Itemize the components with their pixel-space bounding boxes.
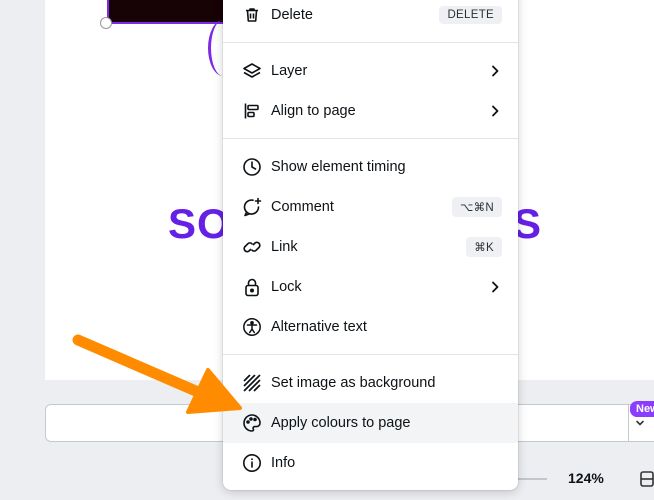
menu-item-lock[interactable]: Lock bbox=[223, 267, 518, 307]
menu-item-label: Link bbox=[271, 239, 298, 255]
menu-item-label: Align to page bbox=[271, 103, 356, 119]
menu-item-apply-colours-to-page[interactable]: Apply colours to page bbox=[223, 403, 518, 443]
menu-item-label: Set image as background bbox=[271, 375, 436, 391]
shortcut-badge: ⌘K bbox=[466, 237, 502, 257]
new-badge: New bbox=[630, 401, 654, 417]
accessibility-icon bbox=[241, 316, 263, 338]
palette-icon bbox=[241, 412, 263, 434]
menu-item-label: Delete bbox=[271, 7, 313, 23]
zoom-slider-track[interactable] bbox=[515, 478, 547, 480]
chevron-right-icon bbox=[488, 64, 502, 78]
selected-image-element[interactable] bbox=[107, 0, 227, 24]
menu-item-label: Comment bbox=[271, 199, 334, 215]
menu-item-info[interactable]: Info bbox=[223, 443, 518, 483]
menu-item-label: Apply colours to page bbox=[271, 415, 411, 431]
context-menu: Delete DELETE Layer Align to page Show e… bbox=[223, 0, 518, 490]
hatched-background-icon bbox=[241, 372, 263, 394]
trash-icon bbox=[241, 4, 263, 26]
menu-divider bbox=[223, 354, 518, 355]
menu-item-set-image-as-background[interactable]: Set image as background bbox=[223, 363, 518, 403]
menu-item-label: Lock bbox=[271, 279, 302, 295]
lock-icon bbox=[241, 276, 263, 298]
comment-add-icon bbox=[241, 196, 263, 218]
clock-icon bbox=[241, 156, 263, 178]
shortcut-badge: DELETE bbox=[439, 6, 502, 24]
info-icon bbox=[241, 452, 263, 474]
menu-item-link[interactable]: Link ⌘K bbox=[223, 227, 518, 267]
align-left-icon bbox=[241, 100, 263, 122]
link-icon bbox=[241, 236, 263, 258]
menu-item-label: Layer bbox=[271, 63, 308, 79]
menu-item-show-element-timing[interactable]: Show element timing bbox=[223, 147, 518, 187]
menu-item-label: Show element timing bbox=[271, 159, 406, 175]
chevron-right-icon bbox=[488, 280, 502, 294]
menu-item-delete[interactable]: Delete DELETE bbox=[223, 0, 518, 35]
menu-item-label: Alternative text bbox=[271, 319, 367, 335]
menu-item-layer[interactable]: Layer bbox=[223, 51, 518, 91]
menu-divider bbox=[223, 138, 518, 139]
chevron-right-icon bbox=[488, 104, 502, 118]
headline-left-fragment: SO bbox=[168, 200, 231, 247]
page-grid-icon[interactable] bbox=[640, 470, 654, 488]
menu-item-alternative-text[interactable]: Alternative text bbox=[223, 307, 518, 347]
menu-item-label: Info bbox=[271, 455, 296, 471]
menu-item-comment[interactable]: Comment ⌥⌘N bbox=[223, 187, 518, 227]
menu-item-align-to-page[interactable]: Align to page bbox=[223, 91, 518, 131]
resize-handle[interactable] bbox=[100, 17, 112, 29]
zoom-level[interactable]: 124% bbox=[568, 470, 604, 486]
chevron-down-icon bbox=[635, 418, 645, 428]
menu-divider bbox=[223, 42, 518, 43]
layers-icon bbox=[241, 60, 263, 82]
shortcut-badge: ⌥⌘N bbox=[452, 197, 502, 217]
